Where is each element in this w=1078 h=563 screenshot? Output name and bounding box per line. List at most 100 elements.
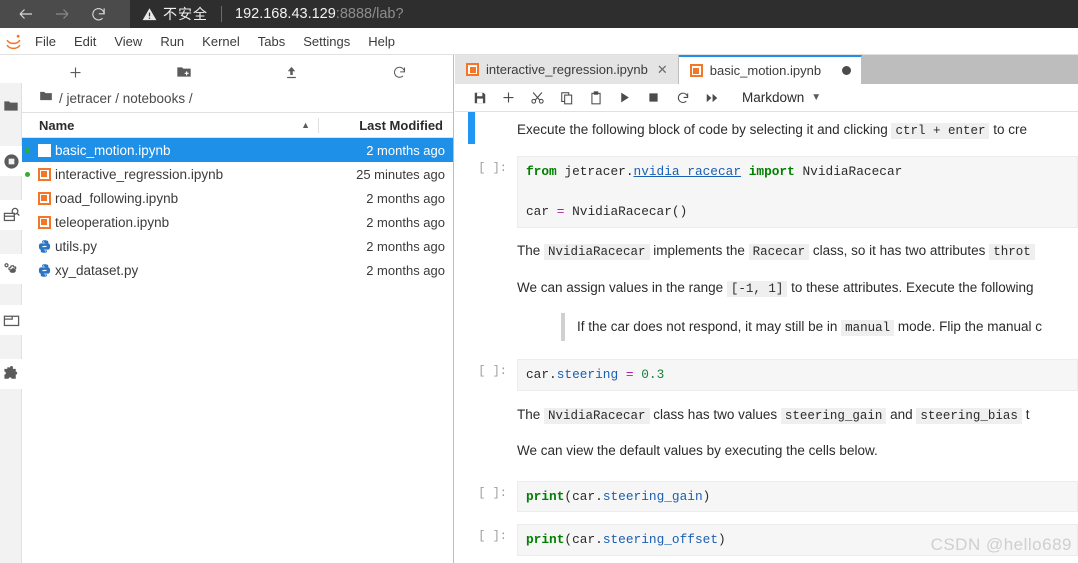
markdown-cell[interactable]: We can view the default values by execut… [455, 437, 1078, 465]
menu-bar: File Edit View Run Kernel Tabs Settings … [0, 28, 1078, 55]
new-folder-icon[interactable] [130, 59, 238, 85]
inline-code: steering_bias [916, 407, 1022, 424]
plus-icon[interactable] [494, 85, 523, 111]
code-token: = [625, 366, 634, 382]
browser-chrome: 不安全 192.168.43.129 :8888/lab? [0, 0, 1078, 28]
cell-prompt [455, 401, 517, 429]
code-token: (car. [564, 488, 603, 504]
extension-manager-icon[interactable] [0, 359, 22, 389]
menu-run[interactable]: Run [151, 28, 193, 55]
file-modified: 2 months ago [366, 238, 445, 254]
breadcrumb-path: / jetracer / notebooks / [59, 91, 193, 106]
inline-code: throt [989, 243, 1035, 260]
list-item[interactable]: basic_motion.ipynb 2 months ago [22, 138, 453, 162]
column-header-name[interactable]: Name ▲ [22, 118, 318, 133]
back-arrow-icon[interactable] [8, 0, 44, 28]
menu-settings[interactable]: Settings [294, 28, 359, 55]
tab-interactive-regression[interactable]: interactive_regression.ipynb ✕ [455, 55, 679, 84]
code-editor[interactable]: print(car.steering_gain) [517, 480, 1078, 513]
text-fragment: The [517, 406, 545, 422]
sort-ascending-icon: ▲ [301, 120, 310, 130]
notebook-icon [33, 191, 55, 205]
markdown-cell[interactable]: The NvidiaRacecar implements the Racecar… [455, 237, 1078, 265]
address-bar[interactable]: 不安全 192.168.43.129 :8888/lab? [130, 0, 1078, 28]
code-editor[interactable]: car.steering = 0.3 [517, 358, 1078, 391]
menu-file[interactable]: File [26, 28, 65, 55]
file-list-header: Name ▲ Last Modified [22, 112, 453, 138]
cell-prompt: [ ]: [478, 485, 507, 500]
stop-square-icon[interactable] [639, 85, 668, 111]
code-cell[interactable]: [ ]: car.steering = 0.3 [455, 358, 1078, 391]
code-token: from [526, 164, 557, 180]
cell-prompt: [ ]: [478, 161, 507, 176]
code-cell[interactable]: [ ]: from jetracer.nvidia_racecar import… [455, 156, 1078, 228]
notebook-icon [33, 215, 55, 229]
markdown-cell[interactable]: Execute the following block of code by s… [455, 116, 1078, 144]
cell-type-dropdown[interactable]: Markdown ▼ [742, 90, 821, 105]
left-sidebar-rail [0, 55, 22, 563]
list-item[interactable]: road_following.ipynb 2 months ago [22, 186, 453, 210]
column-header-last-modified[interactable]: Last Modified [318, 117, 453, 133]
reload-icon[interactable] [80, 0, 116, 28]
markdown-cell[interactable]: The NvidiaRacecar class has two values s… [455, 401, 1078, 429]
scissors-icon[interactable] [523, 85, 552, 111]
inline-code: steering_gain [780, 407, 887, 424]
menu-kernel[interactable]: Kernel [193, 28, 249, 55]
column-header-name-label: Name [39, 117, 75, 133]
new-launcher-button[interactable] [22, 59, 130, 85]
running-terminals-icon[interactable] [0, 146, 22, 176]
jupyter-logo-icon [0, 28, 26, 55]
markdown-cell-blockquote[interactable]: If the car does not respond, it may stil… [455, 312, 1078, 341]
inline-code: manual [841, 319, 895, 336]
code-token: print [526, 532, 565, 548]
cell-prompt [455, 313, 517, 341]
play-icon[interactable] [610, 85, 639, 111]
tab-label: basic_motion.ipynb [709, 63, 822, 78]
unsaved-changes-dot-icon[interactable] [842, 66, 852, 75]
markdown-cell[interactable]: We can assign values in the range [-1, 1… [455, 274, 1078, 302]
watermark: CSDN @hello689 [930, 535, 1072, 554]
file-browser-icon[interactable] [0, 91, 22, 121]
commands-palette-icon[interactable] [0, 200, 22, 230]
tab-basic-motion[interactable]: basic_motion.ipynb [678, 55, 863, 84]
restart-icon[interactable] [668, 85, 697, 111]
file-modified: 2 months ago [366, 214, 445, 230]
markdown-text: We can view the default values by execut… [517, 437, 1078, 465]
running-indicator-dot [22, 147, 33, 153]
jupyterlab-shell: File Edit View Run Kernel Tabs Settings … [0, 28, 1078, 563]
text-fragment: Execute the following block of code by s… [517, 122, 892, 137]
list-item[interactable]: teleoperation.ipynb 2 months ago [22, 210, 453, 234]
warning-triangle-icon [142, 7, 157, 22]
code-editor[interactable]: from jetracer.nvidia_racecar import Nvid… [517, 156, 1078, 228]
text-fragment: mode. Flip the manual c [894, 318, 1042, 334]
gear-icon[interactable] [0, 254, 22, 284]
file-modified: 2 months ago [366, 190, 445, 206]
url-host: 192.168.43.129 [235, 6, 336, 22]
cell-prompt [455, 116, 517, 144]
paste-icon[interactable] [581, 85, 610, 111]
close-icon[interactable]: ✕ [657, 62, 668, 78]
upload-icon[interactable] [238, 59, 346, 85]
file-name: teleoperation.ipynb [55, 214, 170, 230]
breadcrumb[interactable]: / jetracer / notebooks / [22, 85, 453, 112]
python-file-icon [33, 239, 55, 254]
markdown-text: If the car does not respond, it may stil… [577, 313, 1078, 341]
save-icon[interactable] [465, 85, 494, 111]
menu-tabs[interactable]: Tabs [249, 28, 294, 55]
copy-icon[interactable] [552, 85, 581, 111]
list-item[interactable]: utils.py 2 months ago [22, 234, 453, 258]
forward-arrow-icon[interactable] [44, 0, 80, 28]
refresh-icon[interactable] [345, 59, 453, 85]
list-item[interactable]: interactive_regression.ipynb 25 minutes … [22, 162, 453, 186]
menu-view[interactable]: View [105, 28, 151, 55]
menu-help[interactable]: Help [359, 28, 404, 55]
notebook-icon [33, 167, 55, 181]
open-tabs-icon[interactable] [0, 305, 22, 335]
list-item[interactable]: xy_dataset.py 2 months ago [22, 258, 453, 282]
file-list: basic_motion.ipynb 2 months ago interact… [22, 138, 453, 282]
code-cell[interactable]: [ ]: print(car.steering_gain) [455, 480, 1078, 513]
menu-edit[interactable]: Edit [65, 28, 105, 55]
fast-forward-icon[interactable] [697, 85, 726, 111]
cell-prompt [455, 274, 517, 302]
